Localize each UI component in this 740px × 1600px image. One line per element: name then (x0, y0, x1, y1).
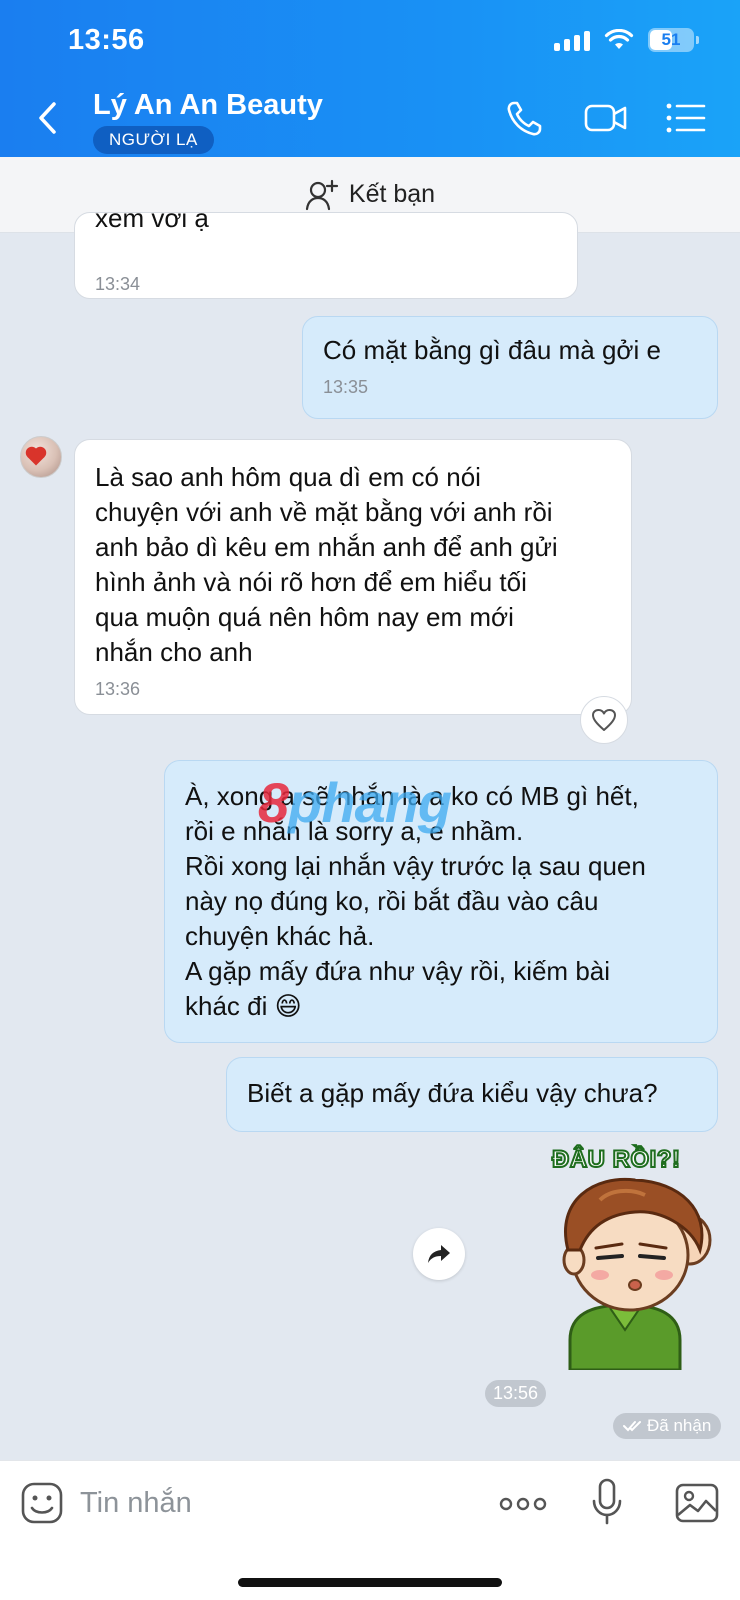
message-text: xem với ạ (95, 212, 209, 233)
signal-icon (554, 29, 590, 51)
video-call-icon[interactable] (584, 98, 628, 138)
sticker-caption: ĐÂU RỒI?! (551, 1145, 681, 1174)
home-indicator (238, 1578, 502, 1587)
back-arrow-icon[interactable] (34, 100, 64, 136)
add-friend-label: Kết bạn (348, 180, 436, 208)
heart-icon (592, 709, 616, 731)
chat-header: 13:56 51 Lý An An Beauty NGƯỜI LẠ (0, 0, 740, 157)
received-status-badge: Đã nhận (613, 1413, 722, 1439)
phone-call-icon[interactable] (504, 98, 548, 138)
menu-list-icon[interactable] (664, 98, 708, 138)
timestamp-badge: 13:56 (485, 1380, 547, 1407)
forward-button[interactable] (413, 1228, 465, 1280)
message-time: 13:35 (323, 377, 369, 397)
like-button[interactable] (580, 696, 628, 744)
message-text: Là sao anh hôm qua dì em có nói chuyện v… (95, 462, 558, 667)
add-friend-icon (305, 179, 339, 210)
forward-arrow-icon (428, 1245, 450, 1263)
message-bubble-incoming[interactable]: xem với ạ 13:34 (74, 212, 578, 299)
status-icons: 51 (554, 28, 699, 52)
sticker-character-image[interactable] (540, 1140, 720, 1370)
message-bubble-incoming[interactable]: Là sao anh hôm qua dì em có nói chuyện v… (74, 439, 632, 715)
received-status-text: Đã nhận (647, 1416, 712, 1435)
battery-icon: 51 (648, 28, 699, 52)
microphone-icon[interactable] (590, 1477, 624, 1527)
status-time: 13:56 (68, 24, 145, 56)
watermark-logo: 8phang (258, 771, 452, 834)
image-gallery-icon[interactable] (674, 1481, 720, 1525)
more-options-icon[interactable] (498, 1489, 548, 1519)
double-check-icon (623, 1421, 641, 1432)
wifi-icon (604, 29, 634, 49)
message-text: Biết a gặp mấy đứa kiểu vậy chưa? (247, 1078, 658, 1108)
message-time: 13:36 (95, 679, 141, 699)
message-input[interactable] (80, 1479, 460, 1527)
contact-name[interactable]: Lý An An Beauty (93, 89, 323, 122)
emoji-sticker-icon[interactable] (20, 1481, 64, 1525)
battery-level: 51 (661, 30, 681, 49)
message-bubble-outgoing[interactable]: Biết a gặp mấy đứa kiểu vậy chưa? (226, 1057, 718, 1132)
message-time: 13:34 (95, 274, 141, 294)
stranger-badge: NGƯỜI LẠ (93, 126, 214, 154)
message-bubble-outgoing[interactable]: Có mặt bằng gì đâu mà gởi e 13:35 (302, 316, 718, 419)
contact-avatar[interactable] (20, 436, 62, 478)
message-text: Có mặt bằng gì đâu mà gởi e (323, 335, 661, 365)
